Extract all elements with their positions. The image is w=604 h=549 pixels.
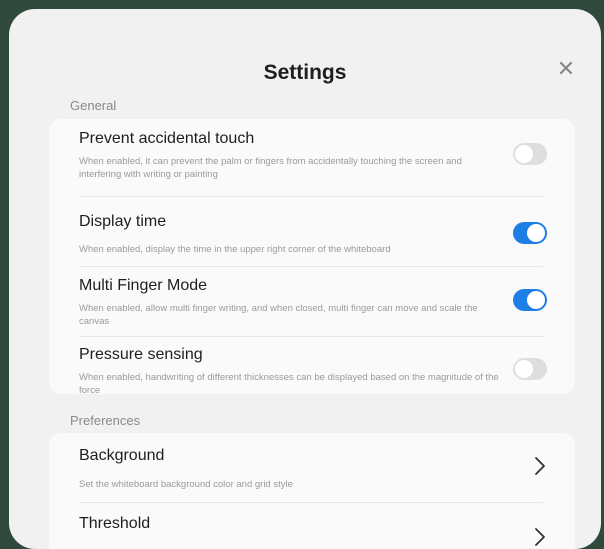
- section-label-preferences: Preferences: [70, 413, 141, 428]
- setting-description: When enabled, allow multi finger writing…: [79, 303, 478, 327]
- setting-title: Background: [79, 447, 165, 464]
- toggle-knob: [527, 291, 545, 309]
- setting-description: When enabled, display the time in the up…: [79, 244, 391, 255]
- setting-row-pressure-sensing: Pressure sensing When enabled, handwriti…: [49, 337, 575, 396]
- setting-row-threshold[interactable]: Threshold: [49, 503, 575, 549]
- setting-description: Set the whiteboard background color and …: [79, 479, 293, 490]
- setting-description: When enabled, handwriting of different t…: [79, 372, 499, 396]
- toggle-knob: [515, 360, 533, 378]
- pressure-sensing-toggle[interactable]: [513, 358, 547, 380]
- display-time-toggle[interactable]: [513, 222, 547, 244]
- setting-title: Pressure sensing: [79, 346, 203, 363]
- toggle-knob: [527, 224, 545, 242]
- setting-title: Threshold: [79, 515, 151, 532]
- setting-row-display-time: Display time When enabled, display the t…: [49, 197, 575, 267]
- chevron-right-icon[interactable]: [533, 456, 547, 476]
- settings-dialog: Settings ✕ General Prevent accidental to…: [9, 9, 601, 549]
- close-icon[interactable]: ✕: [556, 58, 576, 80]
- preferences-card: Background Set the whiteboard background…: [49, 433, 575, 549]
- setting-row-prevent-accidental-touch: Prevent accidental touch When enabled, i…: [49, 119, 575, 189]
- section-label-general: General: [70, 98, 117, 113]
- toggle-knob: [515, 145, 533, 163]
- setting-title: Multi Finger Mode: [79, 277, 208, 294]
- setting-title: Prevent accidental touch: [79, 130, 255, 147]
- general-card: Prevent accidental touch When enabled, i…: [49, 119, 575, 396]
- multi-finger-mode-toggle[interactable]: [513, 289, 547, 311]
- setting-row-multi-finger-mode: Multi Finger Mode When enabled, allow mu…: [49, 267, 575, 337]
- setting-description: When enabled, it can prevent the palm or…: [79, 156, 462, 180]
- setting-title: Display time: [79, 213, 167, 230]
- prevent-accidental-touch-toggle[interactable]: [513, 143, 547, 165]
- chevron-right-icon[interactable]: [533, 527, 547, 547]
- dialog-title: Settings: [263, 61, 347, 84]
- setting-row-background[interactable]: Background Set the whiteboard background…: [49, 433, 575, 501]
